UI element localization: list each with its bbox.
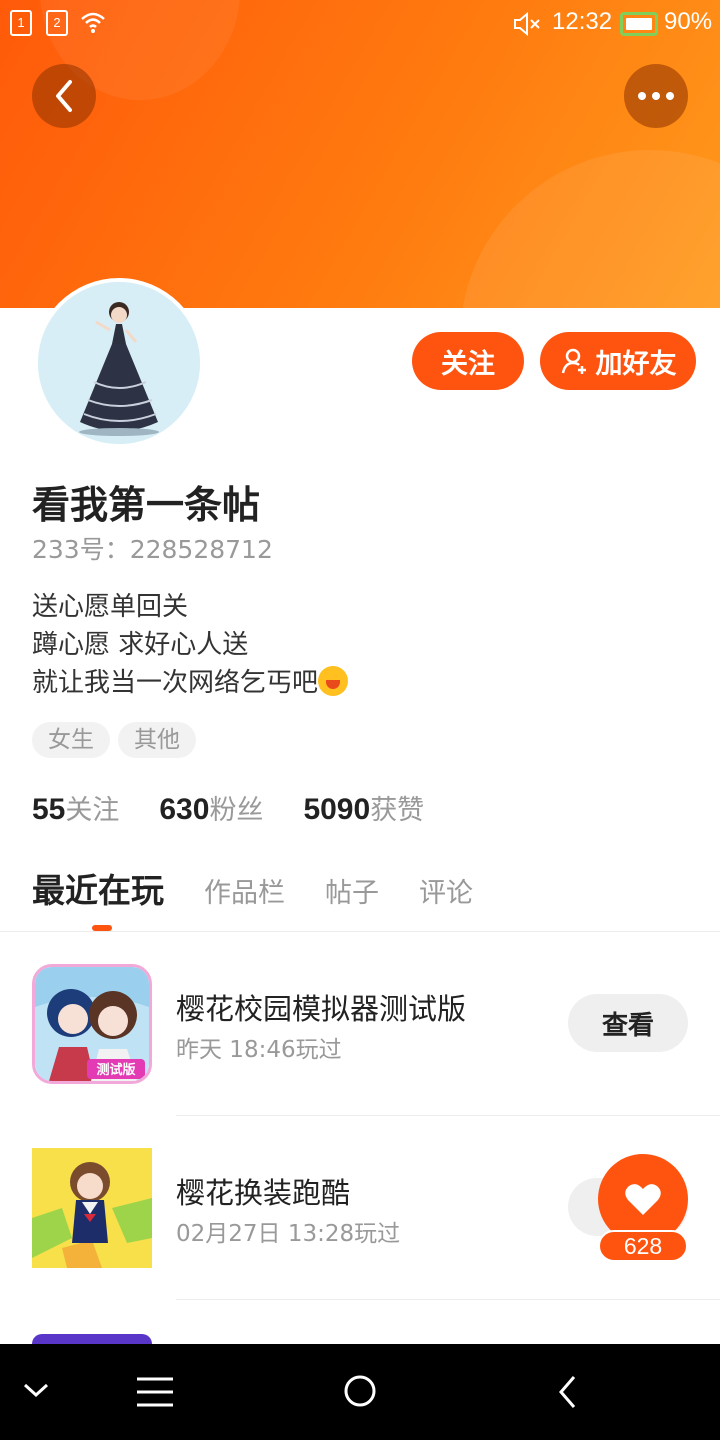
game-icon: 测试版 [32, 964, 152, 1084]
bio-line: 送心愿单回关 [32, 592, 189, 622]
tag-gender: 女生 [32, 722, 110, 758]
chevron-left-icon [56, 80, 72, 112]
game-title: 樱花换装跑酷 [176, 1176, 351, 1210]
battery-icon [620, 12, 658, 36]
game-icon [32, 1148, 152, 1268]
view-button[interactable]: 查看 [568, 994, 688, 1052]
stat-value: 55 [32, 793, 66, 826]
wifi-icon [80, 10, 106, 42]
tab-works[interactable]: 作品栏 [204, 871, 285, 910]
mute-icon [512, 10, 542, 44]
like-count: 628 [598, 1230, 688, 1262]
tab-comments[interactable]: 评论 [419, 871, 473, 910]
back-nav-icon[interactable] [556, 1374, 578, 1414]
banner-decoration [460, 150, 720, 308]
profile-bio: 送心愿单回关 蹲心愿 求好心人送 就让我当一次网络乞丐吧 [32, 588, 349, 702]
game-icon-badge: 测试版 [96, 1062, 135, 1078]
game-icon [32, 1334, 152, 1344]
tag-other: 其他 [118, 722, 196, 758]
sim1-icon: 1 [10, 10, 32, 36]
more-horizontal-icon [638, 92, 674, 100]
battery-percent: 90% [664, 8, 713, 35]
stat-label: 关注 [65, 795, 120, 826]
back-button[interactable] [32, 64, 96, 128]
follow-button[interactable]: 关注 [412, 332, 524, 390]
avatar-image [38, 282, 200, 444]
add-friend-label: 加好友 [595, 348, 677, 380]
game-played-time: 02月27日 13:28玩过 [176, 1221, 401, 1247]
profile-uid: 233号：228528712 [32, 535, 273, 564]
stat-label: 获赞 [370, 795, 425, 826]
avatar[interactable] [34, 278, 204, 448]
game-played-time: 昨天 18:46玩过 [176, 1037, 342, 1063]
bio-line: 就让我当一次网络乞丐吧 [32, 668, 319, 698]
clock: 12:32 [552, 8, 613, 35]
heart-icon [625, 1184, 661, 1215]
menu-icon[interactable] [136, 1376, 174, 1412]
system-nav-bar [0, 1344, 720, 1440]
profile-tags: 女生 其他 [32, 722, 196, 758]
stat-likes: 5090获赞 [303, 788, 424, 827]
tab-recently-played[interactable]: 最近在玩 [32, 864, 164, 912]
add-user-icon [561, 348, 586, 374]
game-title: 樱花校园模拟器测试版 [176, 992, 467, 1026]
bio-line: 蹲心愿 求好心人送 [32, 630, 249, 660]
tab-posts[interactable]: 帖子 [325, 871, 379, 910]
profile-tabs: 最近在玩 作品栏 帖子 评论 [32, 864, 473, 912]
stat-fans[interactable]: 630粉丝 [159, 788, 263, 827]
profile-stats: 55关注 630粉丝 5090获赞 [32, 788, 424, 827]
crying-emoji-icon [318, 666, 349, 696]
profile-name: 看我第一条帖 [32, 483, 261, 527]
add-friend-button[interactable]: 加好友 [540, 332, 696, 390]
stat-label: 粉丝 [209, 795, 264, 826]
stat-value: 630 [159, 793, 210, 826]
list-item[interactable]: 测试版 樱花校园模拟器测试版 昨天 18:46玩过 查看 [0, 932, 720, 1116]
sim2-icon: 2 [46, 10, 68, 36]
chevron-down-icon[interactable] [22, 1380, 50, 1404]
home-icon[interactable] [343, 1374, 377, 1412]
stat-value: 5090 [303, 793, 371, 826]
more-button[interactable] [624, 64, 688, 128]
divider [176, 1299, 720, 1300]
status-bar: 1 2 12:32 90% [0, 0, 720, 48]
stat-following[interactable]: 55关注 [32, 788, 119, 827]
